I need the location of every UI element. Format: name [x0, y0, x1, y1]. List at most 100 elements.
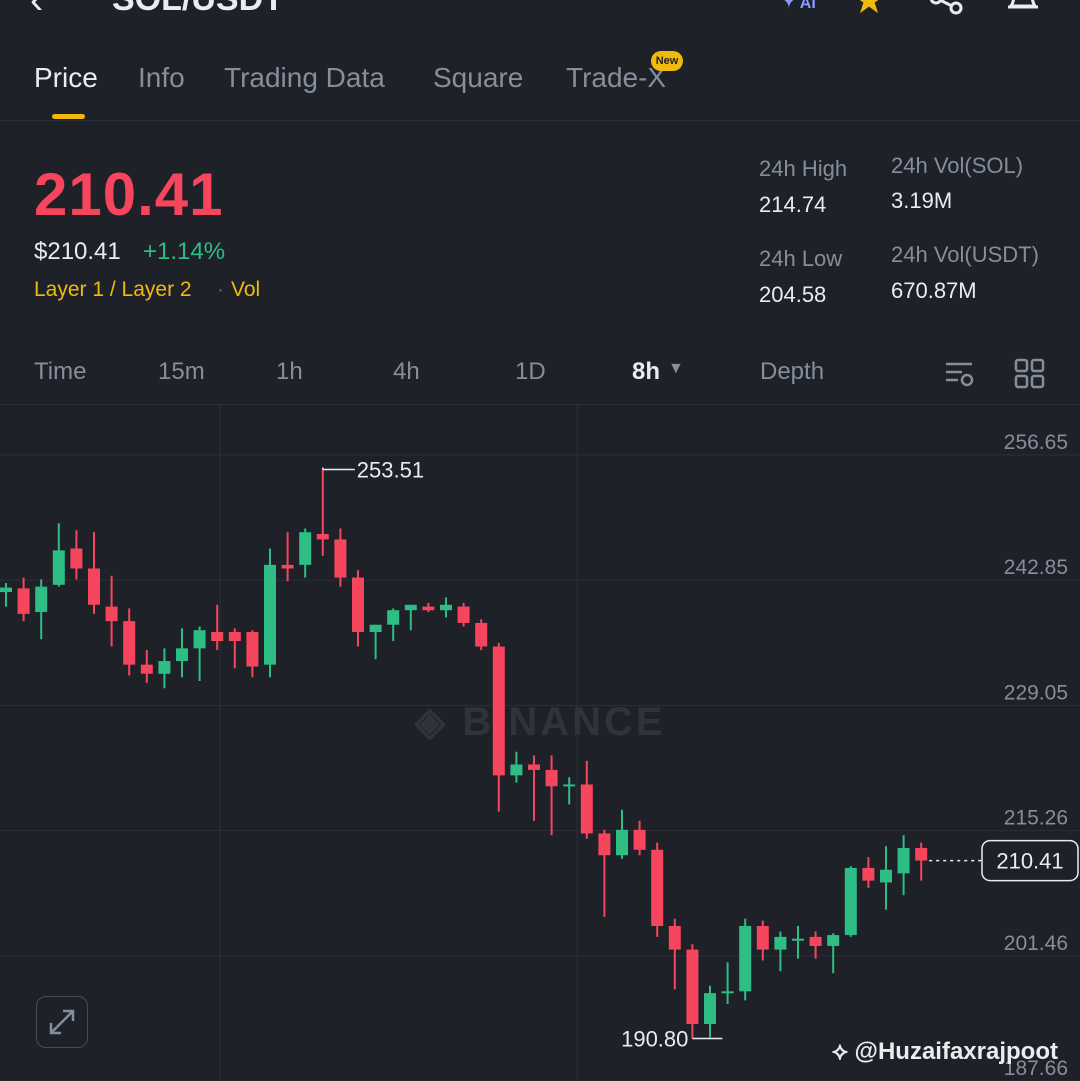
candle-body [52, 550, 65, 585]
candle-body [545, 769, 558, 787]
candlestick-chart[interactable]: 256.65 242.85 229.05 215.26 201.46 187.66 ◈ BI… [0, 404, 1080, 1081]
candle-body [475, 622, 488, 647]
top-bar: ‹ SOL/USDT ▾ ✦AI ★ [0, 0, 1080, 24]
vol-sol-value: 3.19M [891, 188, 953, 213]
candle-body [123, 621, 136, 665]
credit-watermark: ⟡ @Huzaifaxrajpoot [832, 1038, 1058, 1066]
y-tick-label: 242.85 [1004, 556, 1068, 579]
candle-body [668, 925, 681, 950]
candle-body [387, 610, 400, 625]
star-icon[interactable]: ★ [852, 0, 886, 23]
candle-body [528, 764, 540, 770]
y-tick-label: 256.65 [1004, 431, 1068, 454]
high-value: 214.74 [759, 192, 827, 217]
candle-body [897, 847, 910, 874]
candle-body [193, 630, 206, 649]
candle-body [563, 784, 576, 787]
candle-body [211, 632, 224, 642]
chart-svg[interactable]: 256.65242.85229.05215.26201.46187.66◈ BI… [0, 405, 1080, 1081]
category-tag[interactable]: Layer 1 / Layer 2 [34, 278, 192, 302]
candle-body [352, 577, 364, 633]
interval-1d[interactable]: 1D [515, 358, 546, 386]
candle-body [246, 632, 259, 667]
section-tabs: Price Info Trading Data Square Trade-X N… [0, 51, 1080, 121]
ai-badge: AI [799, 0, 816, 12]
candle-body [774, 936, 787, 950]
vol-tag[interactable]: Vol [231, 278, 260, 302]
binance-logo-icon: ⟡ [832, 1038, 855, 1065]
pair-title[interactable]: SOL/USDT [112, 0, 284, 19]
interval-8h[interactable]: 8h [632, 358, 660, 386]
interval-4h[interactable]: 4h [393, 358, 420, 386]
tab-trade-x[interactable]: Trade-X [566, 62, 666, 94]
y-tick-label: 201.46 [1004, 932, 1068, 955]
ai-assistant-icon[interactable]: ✦AI [778, 0, 816, 15]
candle-body [35, 586, 48, 613]
candle-body [404, 604, 417, 611]
tab-price[interactable]: Price [34, 62, 98, 94]
credit-text: @Huzaifaxrajpoot [854, 1038, 1058, 1065]
candle-body [369, 624, 382, 633]
expand-chart-button[interactable] [36, 996, 88, 1048]
candle-body [0, 587, 12, 593]
candle-body [809, 936, 822, 946]
interval-depth[interactable]: Depth [760, 358, 824, 386]
active-tab-indicator [52, 114, 85, 119]
candle-body [651, 849, 664, 926]
candle-body [228, 632, 241, 642]
interval-15m[interactable]: 15m [158, 358, 205, 386]
candle-body [176, 648, 188, 662]
price-change: +1.14% [143, 238, 226, 265]
candle-body [105, 606, 118, 622]
tab-info[interactable]: Info [138, 62, 185, 94]
last-price: 210.41 [34, 161, 224, 228]
expand-icon [49, 1009, 75, 1035]
vol-usdt-label: 24h Vol(USDT) [891, 242, 1039, 267]
low-value: 204.58 [759, 282, 827, 307]
candle-body [739, 925, 752, 992]
tab-trading-data[interactable]: Trading Data [224, 62, 385, 94]
current-price-label: 210.41 [996, 849, 1063, 874]
arrow-left-icon[interactable]: ‹ [30, 0, 43, 23]
candle-body [492, 646, 505, 776]
interval-time[interactable]: Time [34, 358, 86, 386]
candle-body [721, 991, 734, 994]
share-icon[interactable] [928, 0, 964, 16]
y-tick-label: 229.05 [1004, 681, 1068, 704]
candle-body [792, 938, 804, 941]
low-label: 24h Low [759, 246, 843, 271]
candle-body [510, 764, 523, 776]
tab-square[interactable]: Square [433, 62, 523, 94]
chevron-down-icon[interactable]: ▾ [322, 0, 333, 6]
high-label: 24h High [759, 156, 848, 181]
max-price-label: 253.51 [357, 457, 424, 482]
candle-body [633, 829, 646, 850]
y-tick-label: 215.26 [1004, 807, 1068, 830]
candle-body [264, 564, 276, 665]
usd-price: $210.41 [34, 238, 121, 265]
min-price-label: 190.80 [621, 1027, 688, 1052]
candle-body [686, 949, 699, 1024]
layout-grid-icon[interactable] [1014, 358, 1046, 390]
candle-body [862, 867, 875, 881]
indicator-settings-icon[interactable] [944, 358, 976, 390]
tag-divider: · [217, 278, 224, 301]
candle-body [299, 532, 312, 565]
candle-body [440, 604, 452, 611]
candle-body [880, 869, 892, 883]
vol-usdt-value: 670.87M [891, 278, 977, 303]
candle-body [827, 935, 840, 946]
candle-body [580, 784, 593, 834]
interval-1h[interactable]: 1h [276, 358, 303, 386]
candle-body [915, 847, 928, 861]
binance-watermark: ◈ BINANCE [413, 700, 665, 744]
bell-icon[interactable] [1004, 0, 1042, 14]
new-badge: New [651, 51, 683, 71]
candle-body [158, 661, 171, 674]
candle-body [457, 606, 470, 623]
candle-body [70, 548, 83, 569]
candle-body [616, 829, 628, 856]
caret-down-icon[interactable]: ▼ [668, 360, 684, 378]
candle-body [704, 993, 716, 1024]
candle-body [281, 564, 294, 569]
